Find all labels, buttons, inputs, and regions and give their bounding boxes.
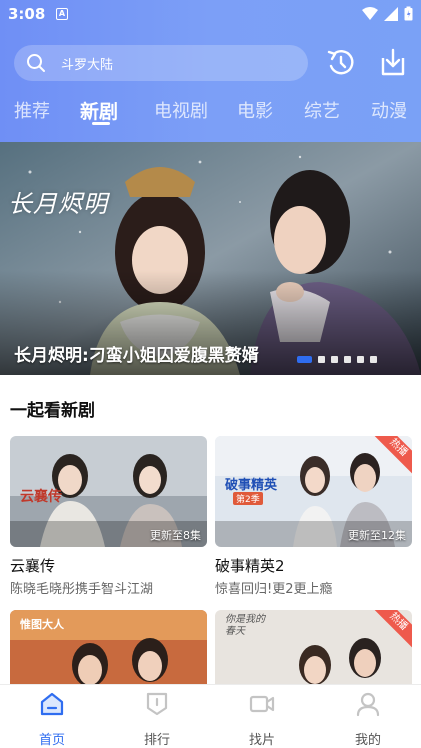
video-icon bbox=[249, 695, 275, 713]
tab-variety[interactable]: 综艺 bbox=[304, 97, 340, 123]
tab-anime[interactable]: 动漫 bbox=[371, 97, 407, 123]
episode-badge: 更新至8集 bbox=[150, 529, 201, 542]
drama-subtitle: 惊喜回归!更2更上瘾 bbox=[215, 582, 333, 597]
carousel-dot[interactable] bbox=[344, 356, 351, 363]
history-icon[interactable] bbox=[326, 46, 356, 78]
app-screen: 3:08 A 斗罗大陆 推荐 新剧 电视剧 电影 综艺 动漫 长月烬明 长月烬明… bbox=[0, 0, 421, 748]
search-bar[interactable]: 斗罗大陆 bbox=[14, 45, 308, 81]
drama-subtitle: 陈晓毛晓彤携手智斗江湖 bbox=[10, 582, 154, 597]
tab-new-drama[interactable]: 新剧 bbox=[80, 97, 118, 124]
nav-home[interactable]: 首页 bbox=[22, 691, 82, 748]
drama-card[interactable]: 云襄传 更新至8集 云襄传 陈晓毛晓彤携手智斗江湖 bbox=[10, 436, 207, 597]
category-tabs: 推荐 新剧 电视剧 电影 综艺 动漫 bbox=[0, 92, 421, 132]
nav-profile[interactable]: 我的 bbox=[338, 691, 398, 748]
nav-rank[interactable]: 排行 bbox=[127, 691, 187, 748]
active-tab-indicator bbox=[92, 122, 110, 125]
download-icon[interactable] bbox=[378, 46, 408, 78]
drama-title: 破事精英2 bbox=[215, 557, 285, 575]
carousel-indicators bbox=[297, 356, 377, 363]
drama-thumbnail[interactable]: 云襄传 更新至8集 bbox=[10, 436, 207, 547]
nav-label: 排行 bbox=[143, 733, 170, 748]
bottom-navigation: 首页 排行 找片 我的 bbox=[0, 684, 421, 748]
signal-icon bbox=[384, 6, 398, 21]
wifi-icon bbox=[362, 6, 378, 20]
carousel-dot[interactable] bbox=[370, 356, 377, 363]
battery-icon bbox=[404, 6, 413, 21]
tab-tv-series[interactable]: 电视剧 bbox=[154, 97, 208, 123]
search-input[interactable]: 斗罗大陆 bbox=[61, 54, 113, 73]
poster-title-text: 破事精英 bbox=[225, 478, 278, 493]
poster-season-text: 第2季 bbox=[233, 492, 263, 505]
tab-movie[interactable]: 电影 bbox=[237, 97, 273, 123]
notification-icon: A bbox=[56, 8, 68, 20]
nav-label: 首页 bbox=[38, 733, 65, 748]
drama-card[interactable]: 破事精英 第2季 热播 更新至12集 破事精英2 惊喜回归!更2更上瘾 bbox=[215, 436, 412, 597]
rank-icon bbox=[146, 692, 168, 716]
banner-caption: 长月烬明:刁蛮小姐囚爱腹黑赘婿 bbox=[14, 346, 259, 366]
poster-title-text: 你是我的春天 bbox=[225, 614, 265, 637]
status-icons bbox=[362, 6, 413, 21]
nav-label: 找片 bbox=[248, 733, 275, 748]
banner-logo-text: 长月烬明 bbox=[8, 190, 108, 218]
tab-recommend[interactable]: 推荐 bbox=[14, 97, 50, 123]
header: 3:08 A 斗罗大陆 推荐 新剧 电视剧 电影 综艺 动漫 bbox=[0, 0, 421, 142]
drama-thumbnail[interactable]: 破事精英 第2季 热播 更新至12集 bbox=[215, 436, 412, 547]
nav-discover[interactable]: 找片 bbox=[232, 691, 292, 748]
episode-badge: 更新至12集 bbox=[348, 529, 406, 542]
carousel-dot[interactable] bbox=[297, 356, 312, 363]
status-time: 3:08 bbox=[8, 5, 46, 23]
poster-title-text: 惟图大人 bbox=[20, 618, 64, 631]
nav-label: 我的 bbox=[354, 733, 381, 748]
home-icon bbox=[40, 692, 64, 716]
section-title: 一起看新剧 bbox=[10, 401, 95, 421]
carousel-dot[interactable] bbox=[331, 356, 338, 363]
drama-title: 云襄传 bbox=[10, 557, 56, 575]
user-icon bbox=[356, 692, 380, 717]
search-icon bbox=[27, 54, 45, 72]
carousel-dot[interactable] bbox=[318, 356, 325, 363]
status-bar: 3:08 A bbox=[0, 0, 421, 30]
poster-title-text: 云襄传 bbox=[20, 489, 62, 505]
carousel-dot[interactable] bbox=[357, 356, 364, 363]
banner-carousel[interactable]: 长月烬明 长月烬明:刁蛮小姐囚爱腹黑赘婿 bbox=[0, 142, 421, 375]
